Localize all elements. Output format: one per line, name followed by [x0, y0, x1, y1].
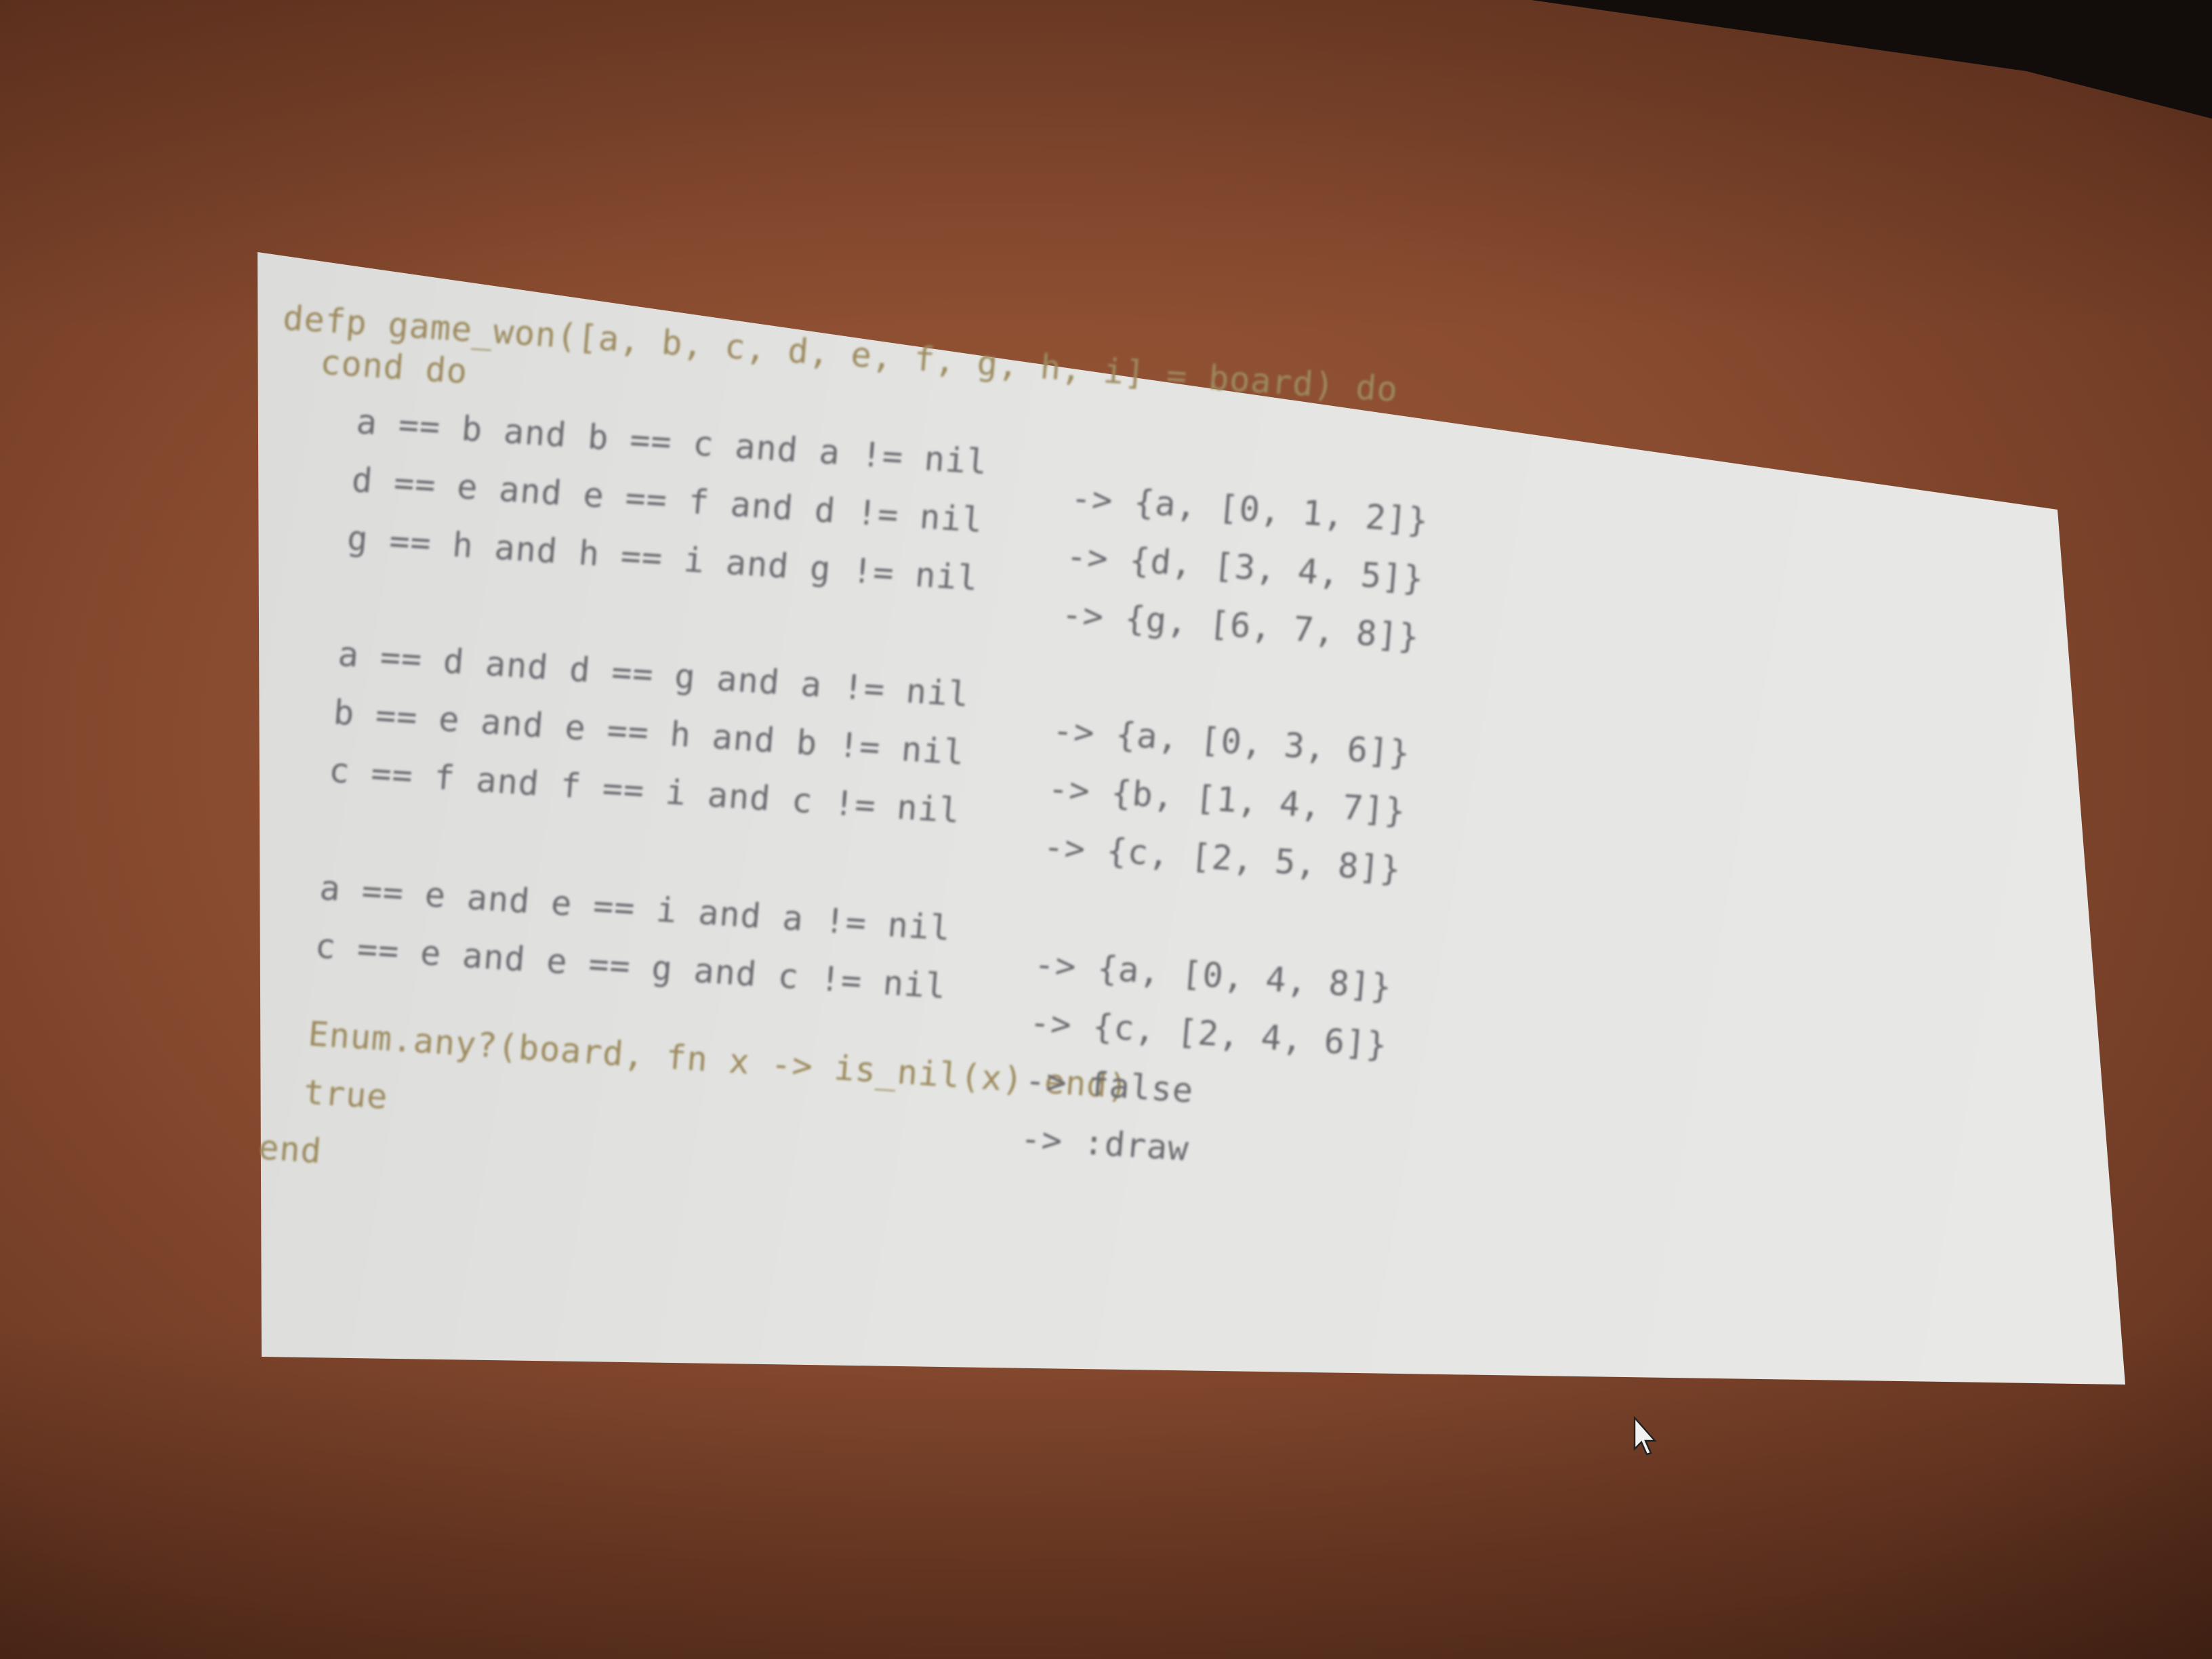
- result-row-3: -> {g, [6, 7, 8]}: [1060, 594, 1421, 657]
- code-line-cond: cond do: [319, 342, 470, 392]
- code-line-true: true: [302, 1072, 390, 1118]
- result-diag-2: -> {c, [2, 4, 6]}: [1028, 1002, 1389, 1065]
- mouse-pointer-icon: [1633, 1416, 1657, 1456]
- result-diag-1: -> {a, [0, 4, 8]}: [1032, 944, 1394, 1007]
- result-true: -> :draw: [1019, 1118, 1191, 1169]
- result-enum-any: -> false: [1023, 1061, 1195, 1111]
- code-block: defp game_won([a, b, c, d, e, f, g, h, i…: [204, 298, 1502, 1404]
- result-col-1: -> {a, [0, 3, 6]}: [1051, 710, 1412, 773]
- result-col-2: -> {b, [1, 4, 7]}: [1046, 769, 1408, 832]
- result-row-1: -> {a, [0, 1, 2]}: [1069, 478, 1431, 541]
- result-col-3: -> {c, [2, 5, 8]}: [1042, 827, 1403, 889]
- code-line-enum-any: Enum.any?(board, fn x -> is_nil(x) end): [306, 1014, 1130, 1107]
- result-row-2: -> {d, [3, 4, 5]}: [1065, 536, 1426, 599]
- code-line-end: end: [257, 1128, 323, 1172]
